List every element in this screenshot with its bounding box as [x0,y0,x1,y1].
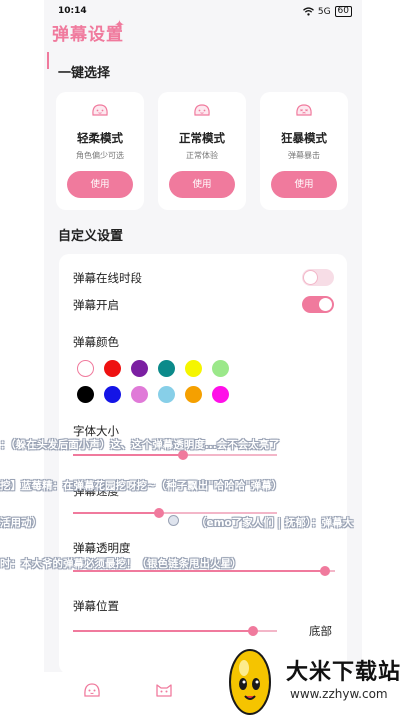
position-slider[interactable] [73,626,277,636]
font-size-slider[interactable] [73,450,277,460]
mode-card-gentle: 轻柔模式 角色偏少可选 使用 [56,92,144,210]
toggle-knob [319,298,332,311]
use-frenzy-button[interactable]: 使用 [271,171,337,198]
mode-card-frenzy: 狂暴模式 弹幕暴击 使用 [260,92,348,210]
title-accent-bar [47,52,49,69]
wifi-icon [302,7,314,16]
mode-name: 正常模式 [179,131,225,145]
status-time: 10:14 [58,6,87,16]
left-margin [0,0,44,720]
signal-icon: 5G [317,6,331,17]
status-icons: 5G 60 [302,6,352,17]
face-icon[interactable] [82,680,102,700]
position-label: 弹幕位置 [73,599,119,613]
toggle-knob [304,271,317,284]
use-gentle-button[interactable]: 使用 [67,171,133,198]
danmaku-comment: 时：本大爷的弹幕必须最挖！（银色链条甩出火星） [0,558,242,570]
opacity-label: 弹幕透明度 [73,541,131,555]
color-swatch[interactable] [77,386,94,403]
position-value: 底部 [309,624,332,638]
color-swatch[interactable] [185,386,202,403]
color-label: 弹幕颜色 [73,335,119,349]
quick-select-title: 一键选择 [58,66,111,81]
right-margin [361,0,405,720]
color-swatch[interactable] [212,386,229,403]
slider-fill [73,454,184,456]
color-swatch[interactable] [77,360,94,377]
egg-mascot-icon [229,649,271,715]
color-swatch[interactable] [212,360,229,377]
face-icon [296,104,312,116]
mode-desc: 正常体验 [186,151,218,160]
sparkle-icon: ✦ [114,18,125,33]
battery-icon: 60 [334,6,352,17]
mode-name: 狂暴模式 [281,131,327,145]
mode-card-normal: 正常模式 正常体验 使用 [158,92,246,210]
mode-desc: 弹幕暴击 [288,151,320,160]
speed-slider[interactable] [73,508,277,518]
online-period-toggle[interactable] [302,269,334,286]
mode-name: 轻柔模式 [77,131,123,145]
color-swatch[interactable] [158,360,175,377]
mode-desc: 角色偏少可选 [76,151,124,160]
custom-settings-panel: 弹幕在线时段 弹幕开启 弹幕颜色 字体大小 弹幕速度 弹幕透明度 弹幕位置 底部 [59,254,347,674]
watermark: 大米下载站 www.zzhyw.com [218,640,405,720]
slider-fill [73,630,253,632]
custom-settings-title: 自定义设置 [58,229,124,244]
danmaku-on-toggle[interactable] [302,296,334,313]
face-icon [194,104,210,116]
color-swatch[interactable] [158,386,175,403]
color-swatch[interactable] [104,360,121,377]
color-swatch[interactable] [185,360,202,377]
danmaku-on-label: 弹幕开启 [73,298,119,312]
face-icon [92,104,108,116]
slider-fill [73,512,159,514]
danmaku-comment: （emo了家人们 | 抚郁）：弹幕大 [196,517,354,529]
avatar [168,515,179,526]
danmaku-comment: ：（躲在头发后面小声）这、这个弹幕透明度...会不会太亮了 [0,439,280,451]
use-normal-button[interactable]: 使用 [169,171,235,198]
online-period-label: 弹幕在线时段 [73,271,142,285]
color-swatch[interactable] [131,386,148,403]
slider-knob[interactable] [247,626,258,636]
watermark-url: www.zzhyw.com [290,687,388,701]
status-bar: 10:14 5G 60 [44,0,362,22]
color-swatch[interactable] [104,386,121,403]
watermark-title: 大米下载站 [286,660,402,685]
cat-icon[interactable] [154,680,174,700]
danmaku-comment: 挖】蓝莓精：在弹幕花园挖呀挖~（种子飘出"哈哈哈"弹幕） [0,480,283,492]
settings-screen: 10:14 5G 60 弹幕设置 ✦ 一键选择 轻柔模式 角色偏少可选 使用 正… [44,0,362,720]
color-swatch[interactable] [131,360,148,377]
